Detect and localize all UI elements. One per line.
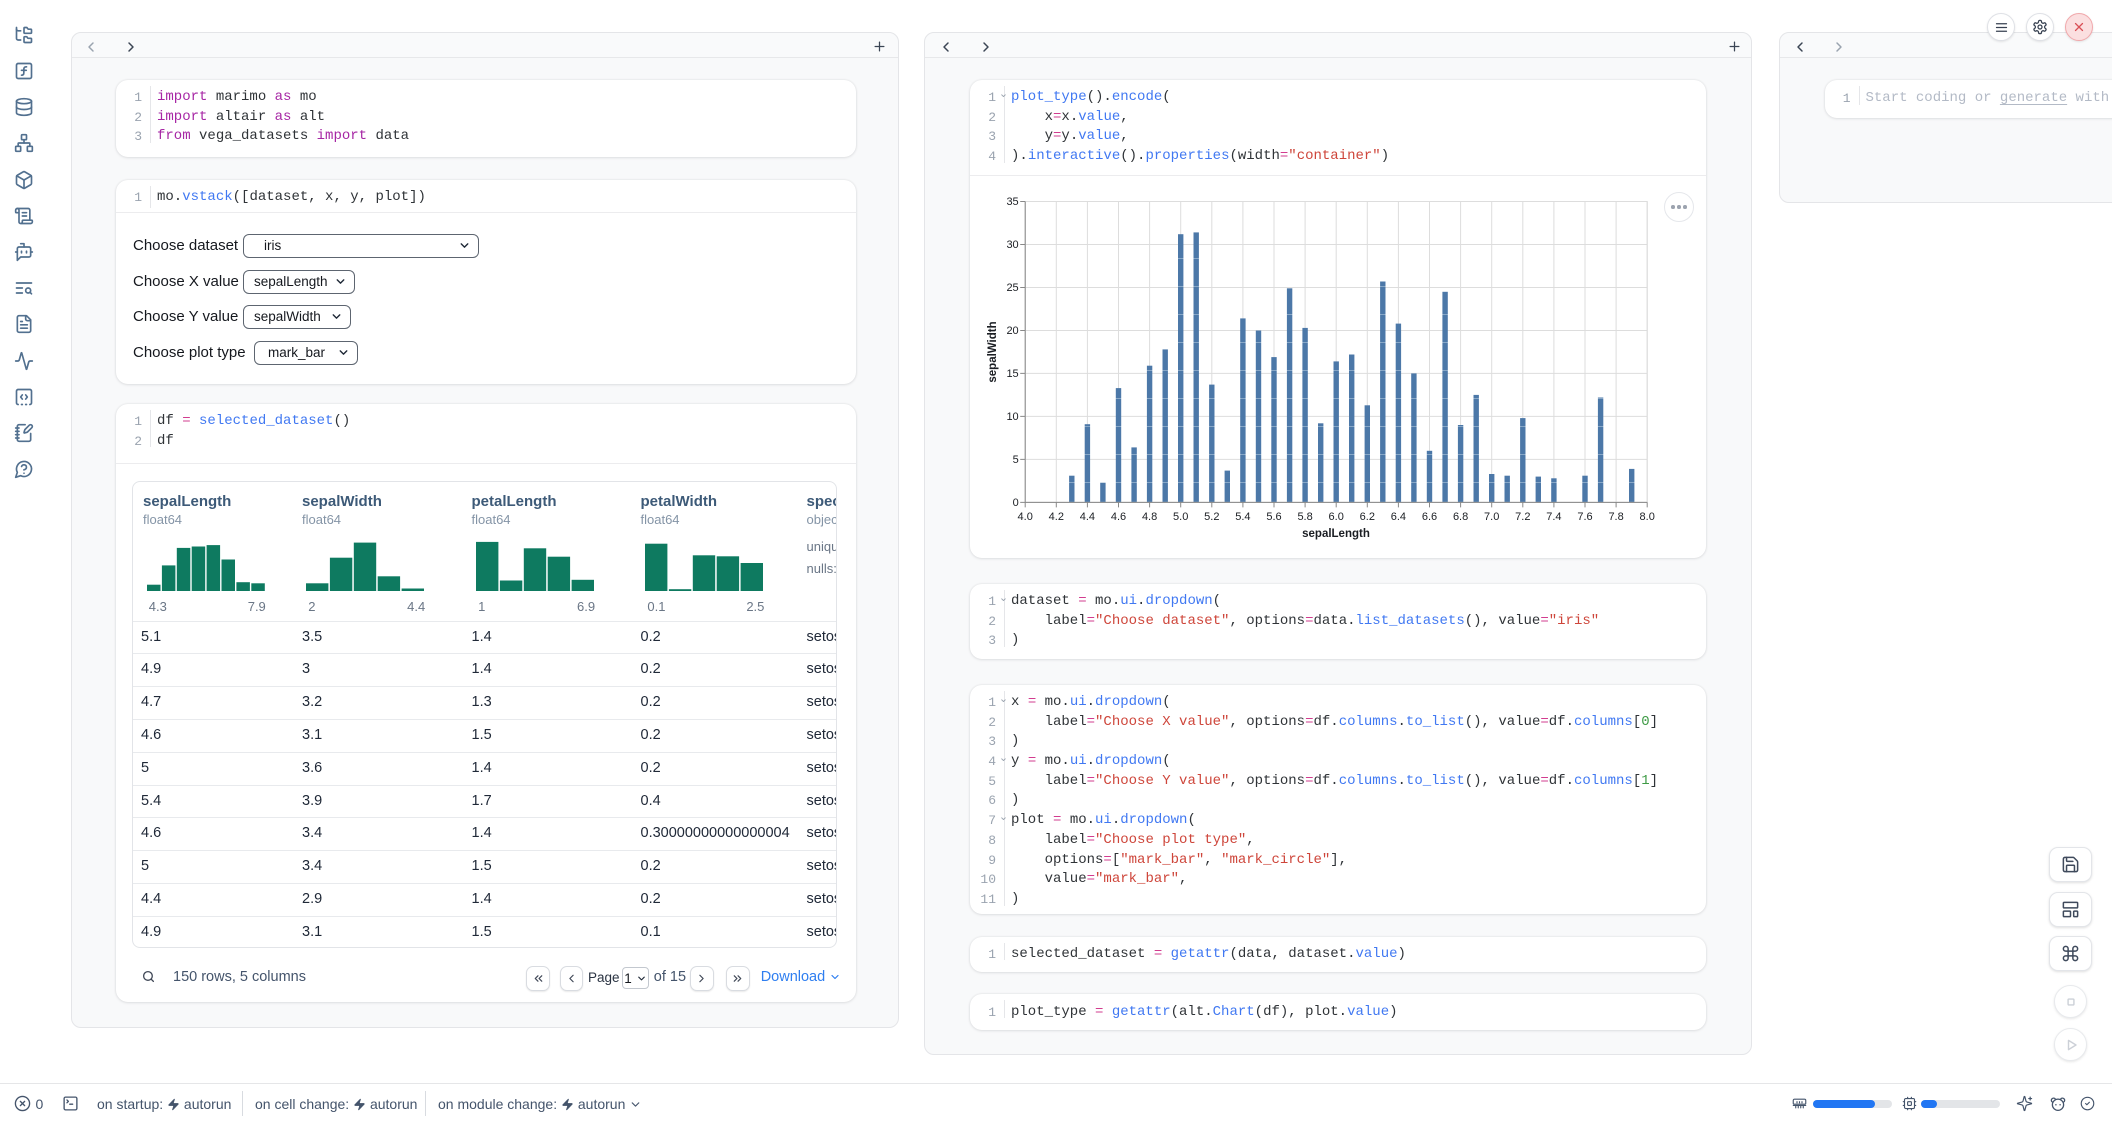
- svg-text:7.2: 7.2: [1515, 511, 1530, 523]
- svg-text:7.6: 7.6: [1577, 511, 1592, 523]
- svg-text:15: 15: [1006, 368, 1018, 380]
- svg-text:4.4: 4.4: [1080, 511, 1095, 523]
- svg-text:6.8: 6.8: [1453, 511, 1468, 523]
- svg-text:6.2: 6.2: [1360, 511, 1375, 523]
- svg-text:5.4: 5.4: [1235, 511, 1250, 523]
- svg-text:4.8: 4.8: [1142, 511, 1157, 523]
- svg-text:7.8: 7.8: [1608, 511, 1623, 523]
- svg-text:8.0: 8.0: [1640, 511, 1655, 523]
- svg-text:10: 10: [1006, 411, 1018, 423]
- svg-text:6.0: 6.0: [1329, 511, 1344, 523]
- svg-text:20: 20: [1006, 325, 1018, 337]
- svg-text:5.2: 5.2: [1204, 511, 1219, 523]
- svg-text:0: 0: [1013, 497, 1019, 509]
- svg-text:35: 35: [1006, 196, 1018, 208]
- svg-text:5.0: 5.0: [1173, 511, 1188, 523]
- svg-text:7.0: 7.0: [1484, 511, 1499, 523]
- svg-text:25: 25: [1006, 282, 1018, 294]
- svg-text:4.0: 4.0: [1018, 511, 1033, 523]
- svg-text:4.6: 4.6: [1111, 511, 1126, 523]
- svg-text:5: 5: [1013, 454, 1019, 466]
- svg-text:6.6: 6.6: [1422, 511, 1437, 523]
- svg-text:sepalLength: sepalLength: [1302, 528, 1370, 540]
- svg-text:sepalWidth: sepalWidth: [987, 321, 999, 382]
- svg-text:7.4: 7.4: [1546, 511, 1561, 523]
- svg-text:5.6: 5.6: [1266, 511, 1281, 523]
- svg-text:6.4: 6.4: [1391, 511, 1406, 523]
- svg-text:4.2: 4.2: [1049, 511, 1064, 523]
- svg-text:30: 30: [1006, 239, 1018, 251]
- svg-text:5.8: 5.8: [1297, 511, 1312, 523]
